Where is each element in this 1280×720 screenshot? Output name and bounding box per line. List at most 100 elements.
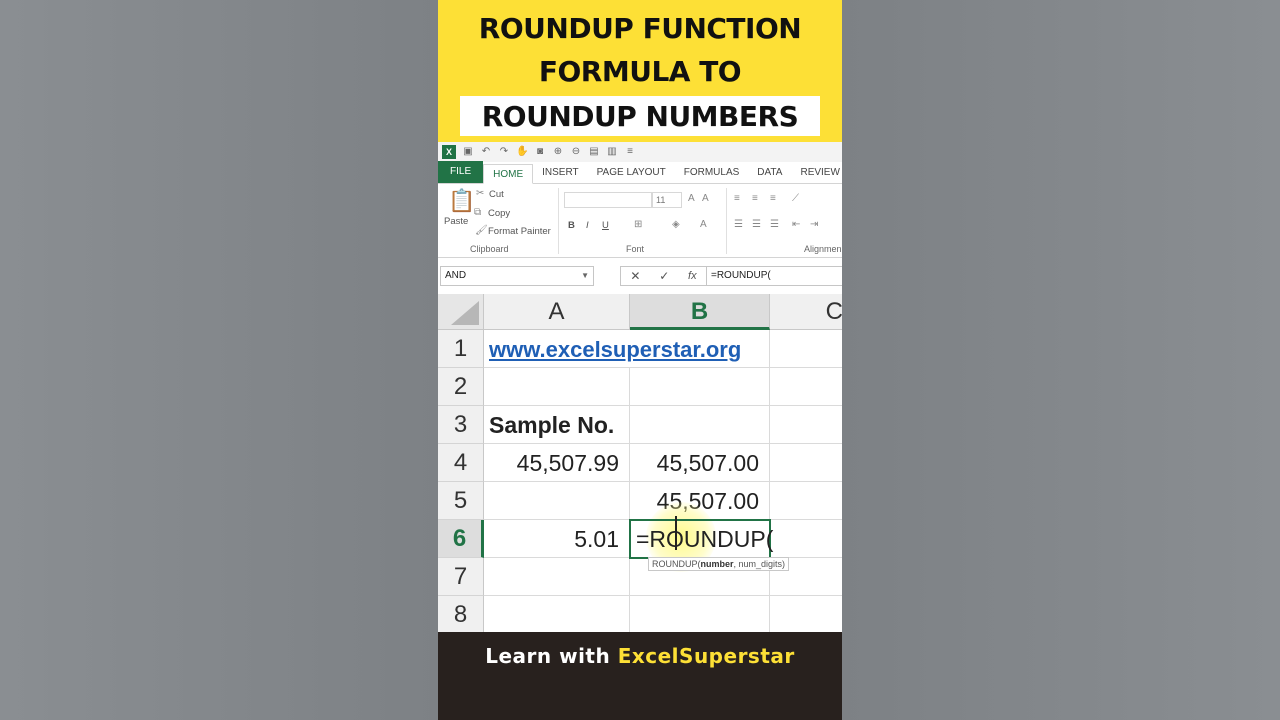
cut-button[interactable]: Cut	[489, 189, 504, 200]
cell-c2[interactable]	[770, 368, 842, 406]
ribbon-home: 📋 Paste ✂ Cut ⧉ Copy 🖌 Format Painter Cl…	[438, 184, 842, 258]
align-left-icon[interactable]: ☰	[734, 219, 743, 230]
font-size-box[interactable]: 11	[652, 192, 682, 208]
align-right-icon[interactable]: ☰	[770, 219, 779, 230]
cell-c5[interactable]	[770, 482, 842, 520]
tab-home[interactable]: HOME	[483, 164, 534, 184]
font-color-icon[interactable]: A	[700, 219, 707, 230]
borders-icon[interactable]: ⊞	[634, 219, 642, 230]
orientation-icon[interactable]: ⟋	[792, 193, 799, 204]
italic-button[interactable]: I	[586, 220, 589, 231]
row-header-7[interactable]: 7	[438, 558, 484, 596]
tab-file[interactable]: FILE	[438, 161, 484, 183]
cell-b2[interactable]	[630, 368, 770, 406]
fill-color-icon[interactable]: ◈	[672, 219, 680, 230]
cell-a4[interactable]: 45,507.99	[484, 444, 630, 482]
cell-c3[interactable]	[770, 406, 842, 444]
row-header-6[interactable]: 6	[438, 520, 484, 558]
cancel-icon[interactable]: ✕	[630, 269, 640, 283]
footer-prefix: Learn with	[485, 644, 618, 668]
row-header-2[interactable]: 2	[438, 368, 484, 406]
cell-c8[interactable]	[770, 596, 842, 634]
undo-icon[interactable]: ↶	[480, 146, 492, 158]
formula-input[interactable]: =ROUNDUP(	[706, 266, 842, 286]
website-link[interactable]: www.excelsuperstar.org	[489, 337, 741, 362]
quick-access-toolbar: X ▣ ↶ ↷ ✋ ◙ ⊕ ⊖ ▤ ▥ ≡	[438, 142, 842, 162]
font-name-box[interactable]	[564, 192, 652, 208]
tab-review[interactable]: REVIEW	[791, 163, 842, 183]
camera-icon[interactable]: ◙	[534, 146, 546, 158]
cell-b3[interactable]	[630, 406, 770, 444]
banner-line-3-box: ROUNDUP NUMBERS	[460, 96, 820, 136]
row-header-8[interactable]: 8	[438, 596, 484, 634]
cell-c6[interactable]	[770, 520, 842, 558]
bold-button[interactable]: B	[568, 220, 575, 231]
footer-text: Learn with ExcelSuperstar	[438, 644, 842, 668]
cell-b8[interactable]	[630, 596, 770, 634]
cell-a3[interactable]: Sample No.	[484, 406, 630, 444]
touch-mode-icon[interactable]: ✋	[516, 146, 528, 158]
print-preview-icon[interactable]: ▤	[588, 146, 600, 158]
cell-a1[interactable]: www.excelsuperstar.org	[484, 330, 770, 368]
cell-a5[interactable]	[484, 482, 630, 520]
tab-formulas[interactable]: FORMULAS	[675, 163, 749, 183]
cell-a6[interactable]: 5.01	[484, 520, 630, 558]
format-painter-icon: 🖌	[475, 225, 488, 236]
cell-a2[interactable]	[484, 368, 630, 406]
shrink-font-icon[interactable]: A	[702, 193, 709, 204]
paste-icon[interactable]: 📋	[448, 188, 475, 214]
background-right	[842, 0, 1280, 720]
cell-c1[interactable]	[770, 330, 842, 368]
tooltip-arg-number[interactable]: number	[701, 559, 734, 569]
text-cursor-icon	[675, 516, 677, 550]
excel-logo-icon: X	[442, 145, 456, 159]
row-header-1[interactable]: 1	[438, 330, 484, 368]
redo-icon[interactable]: ↷	[498, 146, 510, 158]
tab-data[interactable]: DATA	[748, 163, 791, 183]
align-bottom-icon[interactable]: ≡	[770, 193, 776, 204]
banner-line-3: ROUNDUP NUMBERS	[481, 99, 799, 133]
row-header-3[interactable]: 3	[438, 406, 484, 444]
increase-indent-icon[interactable]: ⇥	[810, 219, 818, 230]
paste-button[interactable]: Paste	[444, 216, 468, 227]
cell-a7[interactable]	[484, 558, 630, 596]
tab-insert[interactable]: INSERT	[533, 163, 588, 183]
column-header-a[interactable]: A	[484, 294, 630, 330]
banner-line-1: ROUNDUP FUNCTION	[478, 12, 802, 45]
customize-toolbar-icon[interactable]: ≡	[624, 146, 636, 158]
enter-icon[interactable]: ✓	[659, 269, 669, 283]
row-header-5[interactable]: 5	[438, 482, 484, 520]
underline-button[interactable]: U	[602, 220, 609, 231]
format-painter-button[interactable]: Format Painter	[488, 226, 551, 237]
column-header-c[interactable]: C	[770, 294, 842, 330]
cell-a8[interactable]	[484, 596, 630, 634]
cell-b6-active[interactable]: =ROUNDUP(	[629, 519, 773, 559]
name-box-value: AND	[445, 270, 467, 281]
alignment-group-label: Alignmen	[804, 244, 842, 254]
grow-font-icon[interactable]: A	[688, 193, 695, 204]
print-icon[interactable]: ▥	[606, 146, 618, 158]
zoom-out-icon[interactable]: ⊖	[570, 146, 582, 158]
video-frame: ROUNDUP FUNCTION FORMULA TO ROUNDUP NUMB…	[438, 0, 842, 720]
name-box[interactable]: AND ▼	[440, 266, 594, 286]
cell-b4[interactable]: 45,507.00	[630, 444, 770, 482]
cell-c4[interactable]	[770, 444, 842, 482]
align-center-icon[interactable]: ☰	[752, 219, 761, 230]
save-icon[interactable]: ▣	[462, 146, 474, 158]
copy-button[interactable]: Copy	[488, 208, 510, 219]
align-top-icon[interactable]: ≡	[734, 193, 740, 204]
select-all-button[interactable]	[438, 294, 484, 330]
tab-page-layout[interactable]: PAGE LAYOUT	[588, 163, 675, 183]
zoom-in-icon[interactable]: ⊕	[552, 146, 564, 158]
tooltip-arg-rest: , num_digits)	[733, 559, 786, 569]
chevron-down-icon[interactable]: ▼	[581, 267, 589, 285]
column-header-b[interactable]: B	[630, 294, 770, 330]
spreadsheet-grid: A B C 1 2 3 4 5 6 7 8 www.excelsuperstar…	[438, 294, 842, 634]
cut-icon: ✂	[476, 188, 485, 199]
ribbon-separator	[726, 188, 727, 254]
decrease-indent-icon[interactable]: ⇤	[792, 219, 800, 230]
tooltip-function-name[interactable]: ROUNDUP(	[652, 559, 701, 569]
row-header-4[interactable]: 4	[438, 444, 484, 482]
insert-function-icon[interactable]: fx	[688, 270, 697, 282]
align-middle-icon[interactable]: ≡	[752, 193, 758, 204]
